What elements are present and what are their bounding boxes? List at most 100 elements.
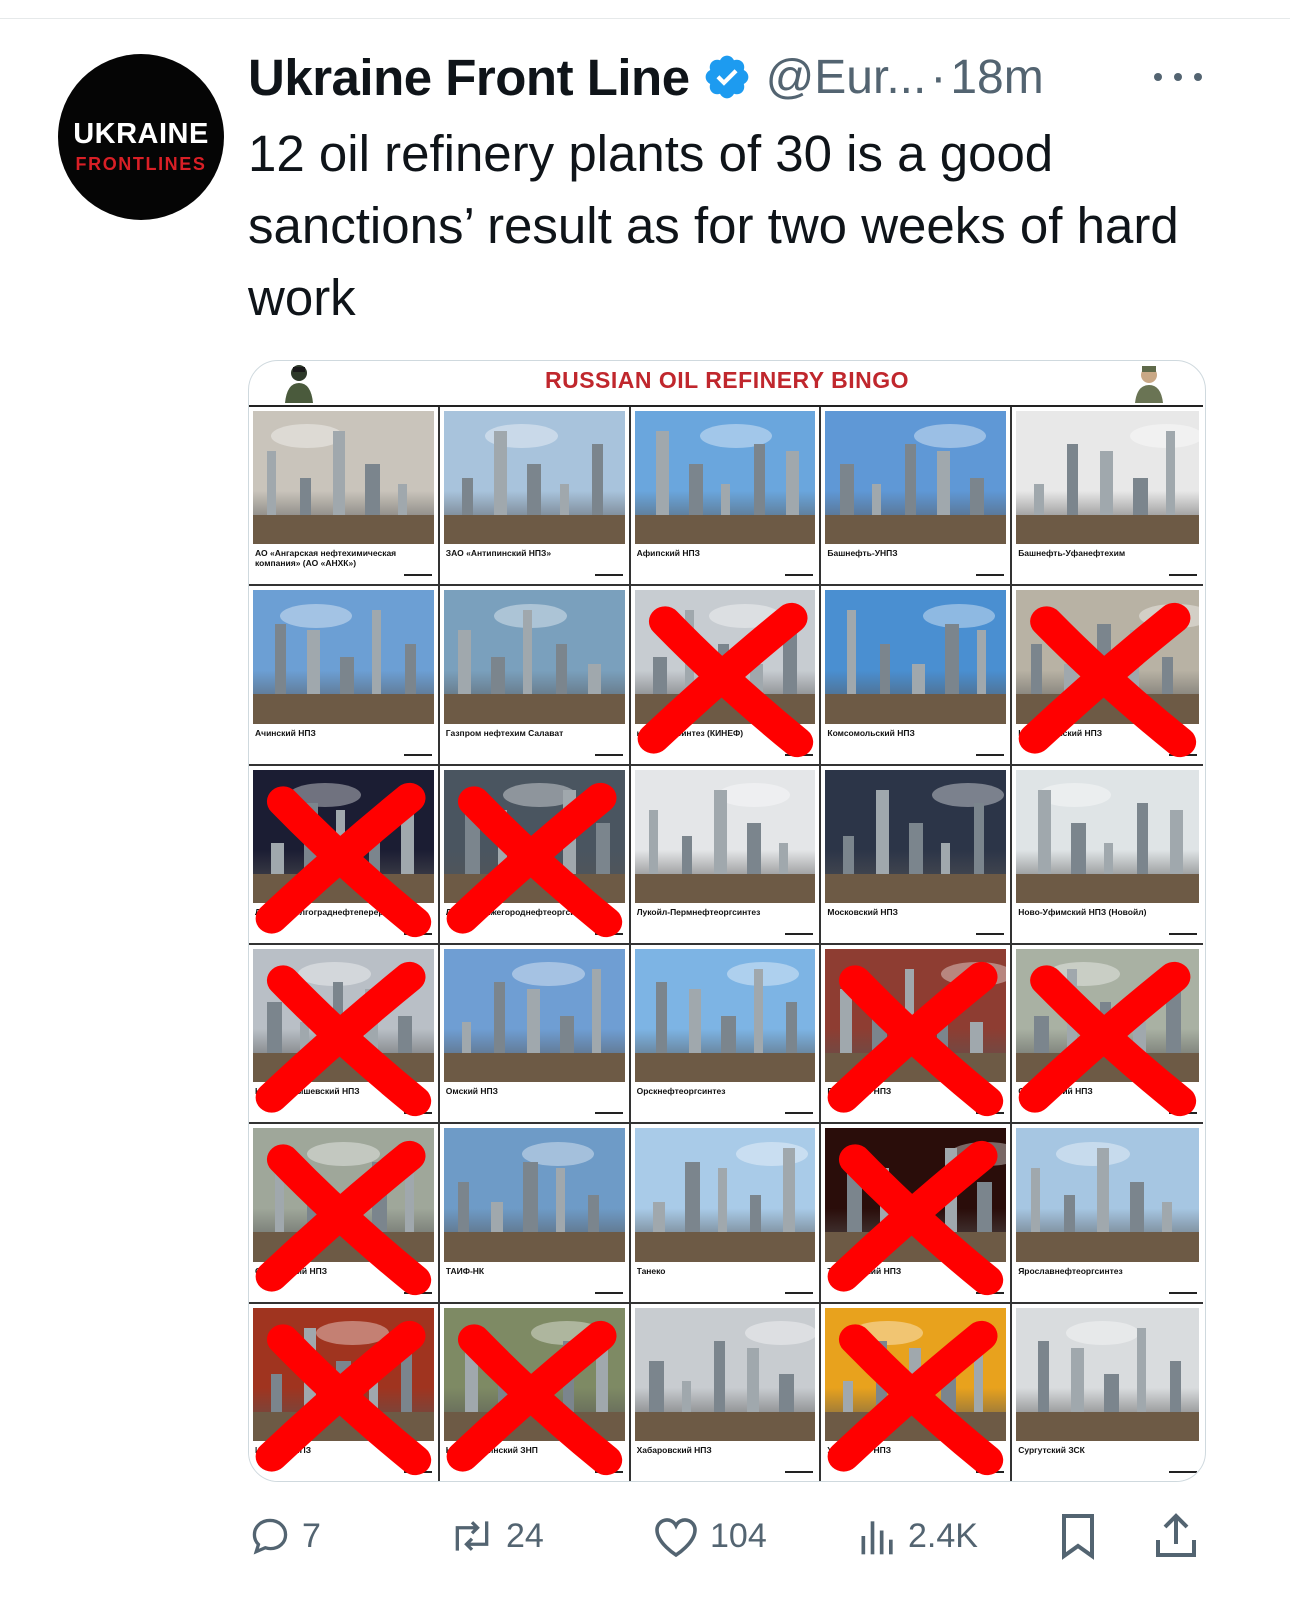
refinery-label: Ухтинский НПЗ: [827, 1444, 1005, 1475]
top-divider: [0, 18, 1290, 19]
bingo-cell: Лукойл-Волгограднефтепереработка: [249, 765, 440, 945]
bookmark-button[interactable]: [1058, 1506, 1098, 1566]
refinery-photo: [1016, 948, 1199, 1083]
more-options-icon[interactable]: [1154, 62, 1202, 92]
refinery-label: Туапсинский НПЗ: [827, 1266, 1005, 1296]
refinery-label: АО «Ангарская нефтехимическая компания» …: [255, 548, 432, 578]
tweet-text: 12 oil refinery plants of 30 is a good s…: [248, 125, 1179, 326]
refinery-name: Рязанский НПЗ: [827, 1086, 892, 1097]
like-count: 104: [710, 1516, 767, 1555]
refinery-photo: [825, 769, 1007, 903]
reply-button[interactable]: 7: [248, 1506, 321, 1566]
refinery-name: Новошахтинский ЗНП: [445, 1444, 538, 1455]
refinery-label: Куйбышевский НПЗ: [1018, 728, 1197, 758]
bingo-cell: Ачинский НПЗ: [249, 586, 440, 766]
refinery-photo: [1016, 1307, 1199, 1441]
refinery-name: Ухтинский НПЗ: [827, 1444, 892, 1455]
refinery-name: Ачинский НПЗ: [255, 727, 316, 738]
refinery-name: Сызранский НПЗ: [255, 1265, 328, 1276]
refinery-photo: [443, 590, 625, 724]
bingo-cell: Саратовский НПЗ: [1012, 944, 1203, 1125]
bingo-cell: ЗАО «Антипинский НПЗ»: [439, 407, 631, 587]
refinery-name: Новокуйбышевский НПЗ: [255, 1086, 360, 1097]
refinery-name: Хабаровский НПЗ: [636, 1444, 712, 1455]
heart-icon: [655, 1518, 697, 1558]
refinery-photo: [825, 590, 1007, 724]
refinery-name: Лукойл-Нижегороднефтеоргсинтез: [445, 906, 594, 917]
refinery-name: Куйбышевский НПЗ: [1018, 727, 1103, 738]
handle[interactable]: @Eur...: [766, 50, 927, 105]
refinery-photo: [253, 948, 434, 1083]
refinery-label: Лукойл-Нижегороднефтеоргсинтез: [446, 907, 623, 937]
refinery-name: Башнефть-Уфанефтехим: [1018, 548, 1126, 559]
refinery-name: Сургутский ЗСК: [1018, 1444, 1085, 1455]
bingo-cell: ТАИФ-НК: [439, 1124, 631, 1304]
refinery-name: ЗАО «Антипинский НПЗ»: [445, 548, 552, 559]
refinery-photo: [634, 948, 816, 1083]
verified-badge-icon[interactable]: [702, 52, 752, 102]
refinery-photo: [825, 1128, 1007, 1262]
refinery-label: Лукойл-Волгограднефтепереработка: [255, 907, 432, 937]
bingo-cell: Сургутский ЗСК: [1012, 1303, 1203, 1481]
bingo-cell: Лукойл-Пермнефтеоргсинтез: [630, 765, 822, 945]
bingo-cell: Комсомольский НПЗ: [821, 586, 1013, 766]
action-bar: 7 24 104 2.4K: [248, 1506, 1204, 1566]
refinery-label: Ильский НПЗ: [255, 1445, 432, 1475]
display-name[interactable]: Ukraine Front Line: [248, 48, 690, 107]
refinery-photo: [634, 411, 816, 545]
refinery-label: Московский НПЗ: [827, 907, 1005, 937]
refinery-photo: [825, 1307, 1007, 1441]
refinery-label: ЗАО «Антипинский НПЗ»: [446, 548, 623, 578]
refinery-label: нефтеоргсинтез (КИНЕФ): [637, 728, 814, 758]
bingo-cell: нефтеоргсинтез (КИНЕФ): [630, 586, 822, 766]
share-icon: [1156, 1513, 1196, 1557]
refinery-photo: [443, 1128, 625, 1262]
views-button[interactable]: 2.4K: [858, 1506, 978, 1566]
refinery-label: Орскнефтеоргсинтез: [637, 1086, 814, 1116]
reply-icon: [252, 1518, 288, 1555]
refinery-label: Ново-Уфимский НПЗ (Новойл): [1018, 907, 1197, 937]
tweet-image[interactable]: RUSSIAN OIL REFINERY BINGO АО «Ангарская…: [248, 360, 1206, 1482]
separator-dot: ·: [930, 50, 947, 104]
refinery-label: Омский НПЗ: [446, 1086, 623, 1116]
refinery-label: Хабаровский НПЗ: [637, 1445, 814, 1475]
bingo-cell: Орскнефтеоргсинтез: [630, 944, 822, 1125]
refinery-name: Ильский НПЗ: [255, 1444, 312, 1455]
avatar-text-frontlines: FRONTLINES: [75, 154, 207, 174]
refinery-photo: [825, 411, 1007, 545]
avatar[interactable]: UKRAINE FRONTLINES: [58, 54, 224, 220]
bookmark-icon: [1062, 1514, 1094, 1560]
refinery-label: Башнефть-Уфанефтехим: [1018, 548, 1197, 578]
refinery-name: Лукойл-Волгограднефтепереработка: [255, 906, 412, 917]
refinery-name: Афипский НПЗ: [636, 548, 700, 559]
refinery-label: Сызранский НПЗ: [255, 1266, 432, 1296]
bingo-cell: Ново-Уфимский НПЗ (Новойл): [1012, 765, 1203, 945]
refinery-photo: [443, 411, 625, 545]
views-chart-icon: [861, 1521, 893, 1555]
bingo-cell: Московский НПЗ: [821, 765, 1013, 945]
repost-button[interactable]: 24: [448, 1506, 544, 1566]
like-button[interactable]: 104: [652, 1506, 767, 1566]
refinery-name: нефтеоргсинтез (КИНЕФ): [636, 727, 744, 738]
refinery-name: Омский НПЗ: [445, 1086, 498, 1097]
refinery-name: АО «Ангарская нефтехимическая компания» …: [255, 548, 397, 569]
bingo-cell: АО «Ангарская нефтехимическая компания» …: [249, 407, 440, 587]
refinery-label: Танеко: [637, 1266, 814, 1296]
view-count: 2.4K: [908, 1516, 978, 1555]
refinery-label: Афипский НПЗ: [637, 548, 814, 578]
bingo-cell: Башнефть-Уфанефтехим: [1012, 407, 1203, 587]
refinery-photo: [1016, 590, 1199, 724]
bingo-cell: Ярославнефтеоргсинтез: [1012, 1124, 1203, 1304]
bingo-cell: Ильский НПЗ: [249, 1303, 440, 1481]
reply-count: 7: [302, 1516, 321, 1555]
refinery-name: ТАИФ-НК: [445, 1265, 485, 1276]
refinery-photo: [443, 1307, 625, 1441]
bingo-title: RUSSIAN OIL REFINERY BINGO: [544, 367, 909, 393]
bingo-cell: Ухтинский НПЗ: [821, 1303, 1013, 1481]
timestamp[interactable]: 18m: [950, 50, 1043, 105]
refinery-label: Сургутский ЗСК: [1018, 1445, 1197, 1475]
share-button[interactable]: [1154, 1506, 1198, 1566]
refinery-name: Комсомольский НПЗ: [827, 727, 915, 738]
avatar-text-ukraine: UKRAINE: [73, 118, 209, 150]
bingo-cell: Танеко: [630, 1124, 822, 1304]
